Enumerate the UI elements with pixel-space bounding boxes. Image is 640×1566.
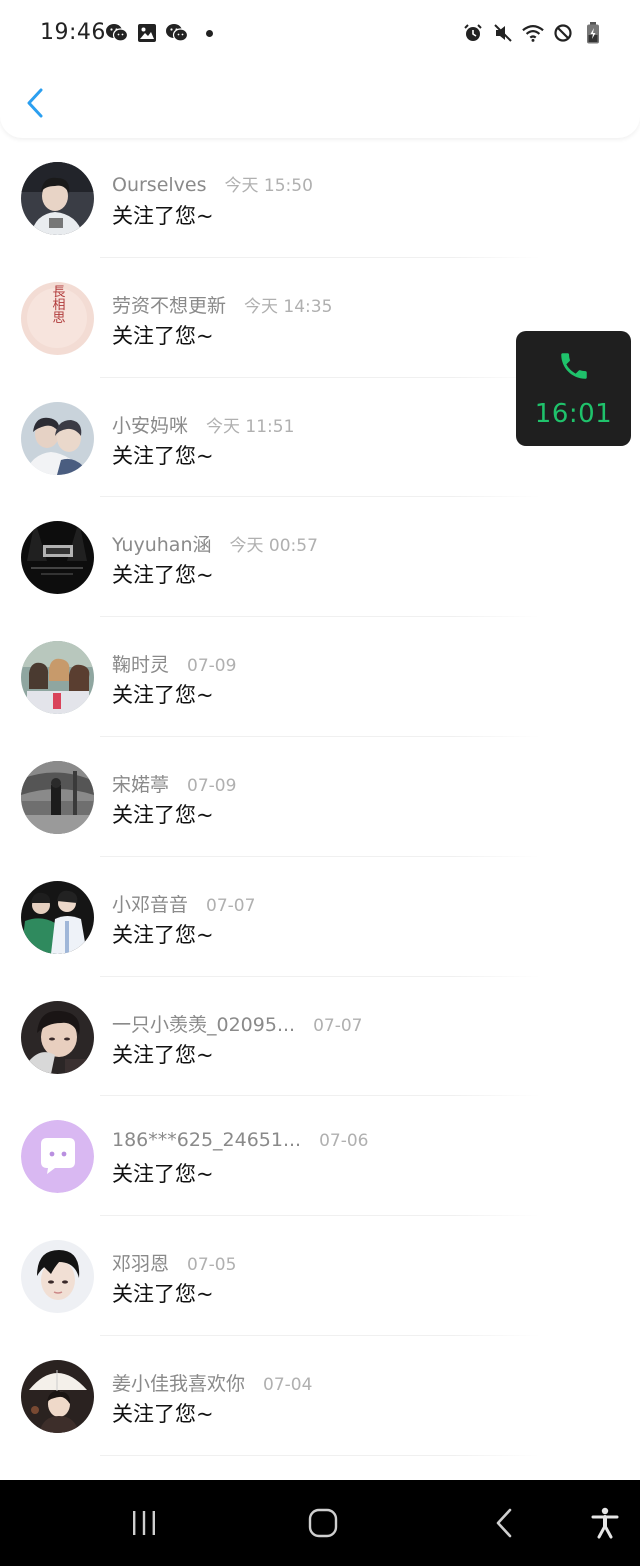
image-icon bbox=[136, 22, 158, 44]
avatar[interactable] bbox=[21, 1000, 94, 1074]
back-button[interactable] bbox=[20, 84, 50, 122]
timestamp: 今天 14:35 bbox=[244, 296, 333, 317]
avatar[interactable]: 長相思 bbox=[21, 281, 94, 355]
status-time: 19:46 bbox=[40, 20, 106, 45]
avatar[interactable] bbox=[21, 1359, 94, 1433]
avatar[interactable] bbox=[21, 641, 94, 715]
accessibility-icon bbox=[591, 1507, 619, 1539]
notification-message: 关注了您~ bbox=[112, 323, 214, 348]
back-icon bbox=[496, 1508, 512, 1538]
home-icon bbox=[308, 1508, 338, 1538]
timestamp: 今天 00:57 bbox=[229, 536, 318, 557]
header: 19:46 bbox=[0, 0, 640, 138]
name-line: 劳资不想更新 今天 14:35 bbox=[112, 291, 332, 317]
notification-message: 关注了您~ bbox=[112, 683, 214, 708]
accessibility-button[interactable] bbox=[582, 1480, 628, 1566]
name-line: 鞠时灵 07-09 bbox=[112, 650, 236, 676]
timestamp: 今天 15:50 bbox=[224, 176, 313, 196]
timestamp: 07-04 bbox=[263, 1374, 313, 1395]
notification-message: 关注了您~ bbox=[112, 204, 214, 228]
list-item[interactable]: 186***625_24651... 07-06 关注了您~ bbox=[0, 1096, 640, 1217]
avatar[interactable] bbox=[21, 880, 94, 954]
avatar[interactable] bbox=[21, 1120, 94, 1194]
status-system-icons bbox=[462, 22, 604, 44]
name-line: 小安妈咪 今天 11:51 bbox=[112, 411, 294, 437]
mute-icon bbox=[492, 22, 514, 44]
user-name[interactable]: 小邓音音 bbox=[112, 890, 188, 917]
avatar[interactable] bbox=[21, 1240, 94, 1314]
list-item[interactable]: Yuyuhan涵 今天 00:57 关注了您~ bbox=[0, 497, 640, 618]
notification-message: 关注了您~ bbox=[112, 1401, 214, 1426]
list-item[interactable]: Ourselves 今天 15:50 关注了您~ bbox=[0, 138, 640, 258]
more-notifications-dot bbox=[206, 29, 213, 37]
notification-message: 关注了您~ bbox=[112, 563, 214, 588]
name-line: 邓羽恩 07-05 bbox=[112, 1249, 236, 1275]
user-name[interactable]: 鞠时灵 bbox=[112, 650, 169, 677]
notification-message: 关注了您~ bbox=[112, 802, 214, 827]
phone-icon bbox=[561, 353, 587, 379]
name-line: 宋婼葶 07-09 bbox=[112, 770, 236, 796]
list-item[interactable]: 邓羽恩 07-05 关注了您~ bbox=[0, 1216, 640, 1336]
user-name[interactable]: Yuyuhan涵 bbox=[112, 530, 211, 557]
timestamp: 07-09 bbox=[187, 775, 237, 796]
user-name[interactable]: 姜小佳我喜欢你 bbox=[112, 1369, 245, 1396]
name-line: 一只小羡羡_02095... 07-07 bbox=[112, 1010, 362, 1036]
avatar[interactable] bbox=[21, 162, 94, 235]
list-item[interactable]: 鞠时灵 07-09 关注了您~ bbox=[0, 617, 640, 737]
name-line: 姜小佳我喜欢你 07-04 bbox=[112, 1369, 312, 1395]
timestamp: 今天 11:51 bbox=[206, 416, 295, 437]
status-notification-icons bbox=[106, 22, 213, 44]
avatar[interactable] bbox=[21, 401, 94, 475]
timestamp: 07-07 bbox=[313, 1015, 363, 1036]
name-line: Ourselves 今天 15:50 bbox=[112, 171, 313, 197]
notification-message: 关注了您~ bbox=[112, 922, 214, 947]
name-line: Yuyuhan涵 今天 00:57 bbox=[112, 530, 318, 556]
notification-message: 关注了您~ bbox=[112, 1282, 214, 1307]
name-line: 小邓音音 07-07 bbox=[112, 890, 255, 916]
user-name[interactable]: 宋婼葶 bbox=[112, 770, 169, 797]
recent-apps-icon bbox=[133, 1511, 155, 1535]
wechat-icon bbox=[166, 22, 188, 44]
wifi-icon bbox=[522, 22, 544, 44]
timestamp: 07-05 bbox=[187, 1255, 237, 1276]
name-line: 186***625_24651... 07-06 bbox=[112, 1129, 369, 1155]
ongoing-call-bubble[interactable]: 16:01 bbox=[516, 331, 631, 446]
user-name[interactable]: 劳资不想更新 bbox=[112, 291, 226, 318]
call-timer: 16:01 bbox=[534, 399, 613, 429]
chevron-left-icon bbox=[27, 88, 43, 118]
user-name[interactable]: 一只小羡羡_02095... bbox=[112, 1010, 295, 1037]
notification-message: 关注了您~ bbox=[112, 1162, 214, 1187]
list-item[interactable]: 小邓音音 07-07 关注了您~ bbox=[0, 857, 640, 977]
list-item[interactable]: 一只小羡羡_02095... 07-07 关注了您~ bbox=[0, 977, 640, 1097]
notification-message: 关注了您~ bbox=[112, 1042, 214, 1067]
system-navigation-bar bbox=[0, 1480, 640, 1566]
list-item[interactable]: 姜小佳我喜欢你 07-04 关注了您~ bbox=[0, 1336, 640, 1456]
default-chat-avatar-icon bbox=[21, 1120, 94, 1194]
timestamp: 07-06 bbox=[319, 1131, 369, 1152]
system-back-button[interactable] bbox=[480, 1480, 528, 1566]
user-name[interactable]: Ourselves bbox=[112, 174, 207, 196]
recent-apps-button[interactable] bbox=[118, 1480, 170, 1566]
block-icon bbox=[552, 22, 574, 44]
avatar[interactable] bbox=[21, 521, 94, 595]
notification-message: 关注了您~ bbox=[112, 443, 214, 468]
user-name[interactable]: 邓羽恩 bbox=[112, 1249, 169, 1276]
alarm-icon bbox=[462, 22, 484, 44]
timestamp: 07-07 bbox=[206, 895, 256, 916]
home-button[interactable] bbox=[296, 1480, 350, 1566]
screen: 19:46 Ourselves 今天 15:50 关注了您~ 長相思 劳资不想更… bbox=[0, 0, 640, 1566]
wechat-icon bbox=[106, 22, 128, 44]
avatar[interactable] bbox=[21, 760, 94, 834]
user-name[interactable]: 186***625_24651... bbox=[112, 1129, 301, 1151]
user-name[interactable]: 小安妈咪 bbox=[112, 411, 188, 438]
avatar-calligraphy-text: 長相思 bbox=[50, 284, 66, 323]
timestamp: 07-09 bbox=[187, 656, 237, 677]
battery-charging-icon bbox=[582, 22, 604, 44]
list-item[interactable]: 宋婼葶 07-09 关注了您~ bbox=[0, 737, 640, 857]
